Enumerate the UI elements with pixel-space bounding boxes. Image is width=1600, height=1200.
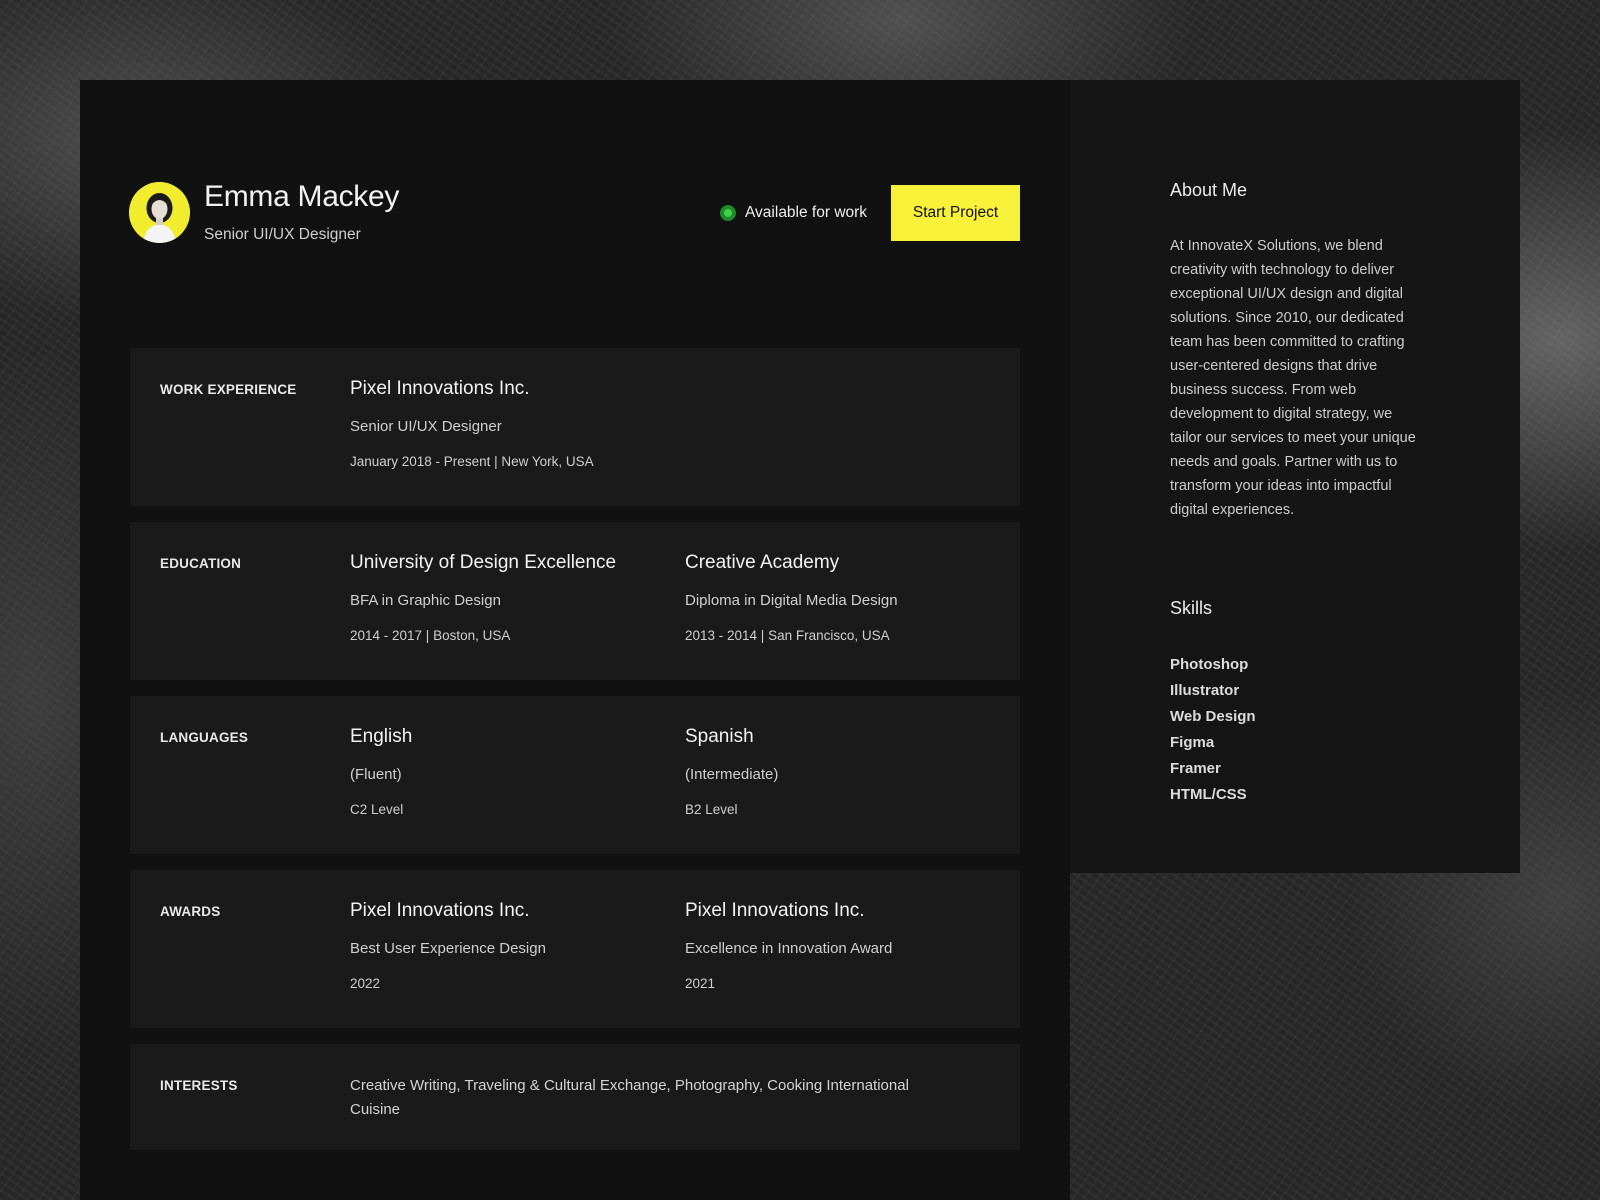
item-meta: 2014 - 2017 | Boston, USA <box>350 628 511 643</box>
status-dot-icon <box>720 205 736 221</box>
avatar <box>129 182 190 243</box>
section-label: AWARDS <box>160 904 221 919</box>
item-subtitle: BFA in Graphic Design <box>350 592 501 609</box>
availability-status: Available for work <box>720 204 867 222</box>
item-meta: 2022 <box>350 976 381 991</box>
skills-title: Skills <box>1170 598 1213 618</box>
award-item: Pixel Innovations Inc. Best User Experie… <box>350 900 546 991</box>
person-avatar-icon <box>129 182 190 243</box>
item-title: Spanish <box>685 726 754 747</box>
section-label: INTERESTS <box>160 1078 238 1093</box>
item-title: University of Design Excellence <box>350 552 617 573</box>
item-subtitle: (Intermediate) <box>685 766 779 783</box>
profile-name: Emma Mackey <box>204 180 400 213</box>
interests-text: Creative Writing, Traveling & Cultural E… <box>350 1077 909 1118</box>
item-meta: B2 Level <box>685 802 738 817</box>
start-project-button[interactable]: Start Project <box>891 185 1020 241</box>
item-subtitle: Diploma in Digital Media Design <box>685 592 898 609</box>
work-experience-section: WORK EXPERIENCE Pixel Innovations Inc. S… <box>130 348 1020 506</box>
item-meta: 2021 <box>685 976 716 991</box>
award-item: Pixel Innovations Inc. Excellence in Inn… <box>685 900 892 991</box>
awards-section: AWARDS Pixel Innovations Inc. Best User … <box>130 870 1020 1028</box>
section-label: WORK EXPERIENCE <box>160 382 297 397</box>
section-label: EDUCATION <box>160 556 242 571</box>
education-item: Creative Academy Diploma in Digital Medi… <box>685 552 898 643</box>
availability-label: Available for work <box>745 204 868 221</box>
item-title: Creative Academy <box>685 552 840 573</box>
item-subtitle: (Fluent) <box>350 766 402 783</box>
education-item: University of Design Excellence BFA in G… <box>350 552 616 643</box>
languages-section: LANGUAGES English (Fluent) C2 Level Span… <box>130 696 1020 854</box>
skill-item: HTML/CSS <box>1170 786 1247 803</box>
item-title: Pixel Innovations Inc. <box>685 900 865 921</box>
about-text: At InnovateX Solutions, we blend creativ… <box>1170 238 1416 518</box>
item-meta: 2013 - 2014 | San Francisco, USA <box>685 628 890 643</box>
language-item: Spanish (Intermediate) B2 Level <box>685 726 778 817</box>
item-title: Pixel Innovations Inc. <box>350 900 530 921</box>
interests-section: INTERESTS Creative Writing, Traveling & … <box>130 1044 1020 1150</box>
item-title: English <box>350 726 413 747</box>
education-section: EDUCATION University of Design Excellenc… <box>130 522 1020 680</box>
item-meta: January 2018 - Present | New York, USA <box>350 454 594 469</box>
work-item: Pixel Innovations Inc. Senior UI/UX Desi… <box>350 378 594 469</box>
item-subtitle: Best User Experience Design <box>350 940 546 957</box>
language-item: English (Fluent) C2 Level <box>350 726 412 817</box>
about-title: About Me <box>1170 180 1248 200</box>
skills-list: Photoshop Illustrator Web Design Figma F… <box>1170 648 1256 812</box>
item-title: Pixel Innovations Inc. <box>350 378 530 399</box>
item-subtitle: Excellence in Innovation Award <box>685 940 893 957</box>
profile-role: Senior UI/UX Designer <box>204 226 361 243</box>
item-subtitle: Senior UI/UX Designer <box>350 418 502 435</box>
section-label: LANGUAGES <box>160 730 249 745</box>
item-meta: C2 Level <box>350 802 404 817</box>
